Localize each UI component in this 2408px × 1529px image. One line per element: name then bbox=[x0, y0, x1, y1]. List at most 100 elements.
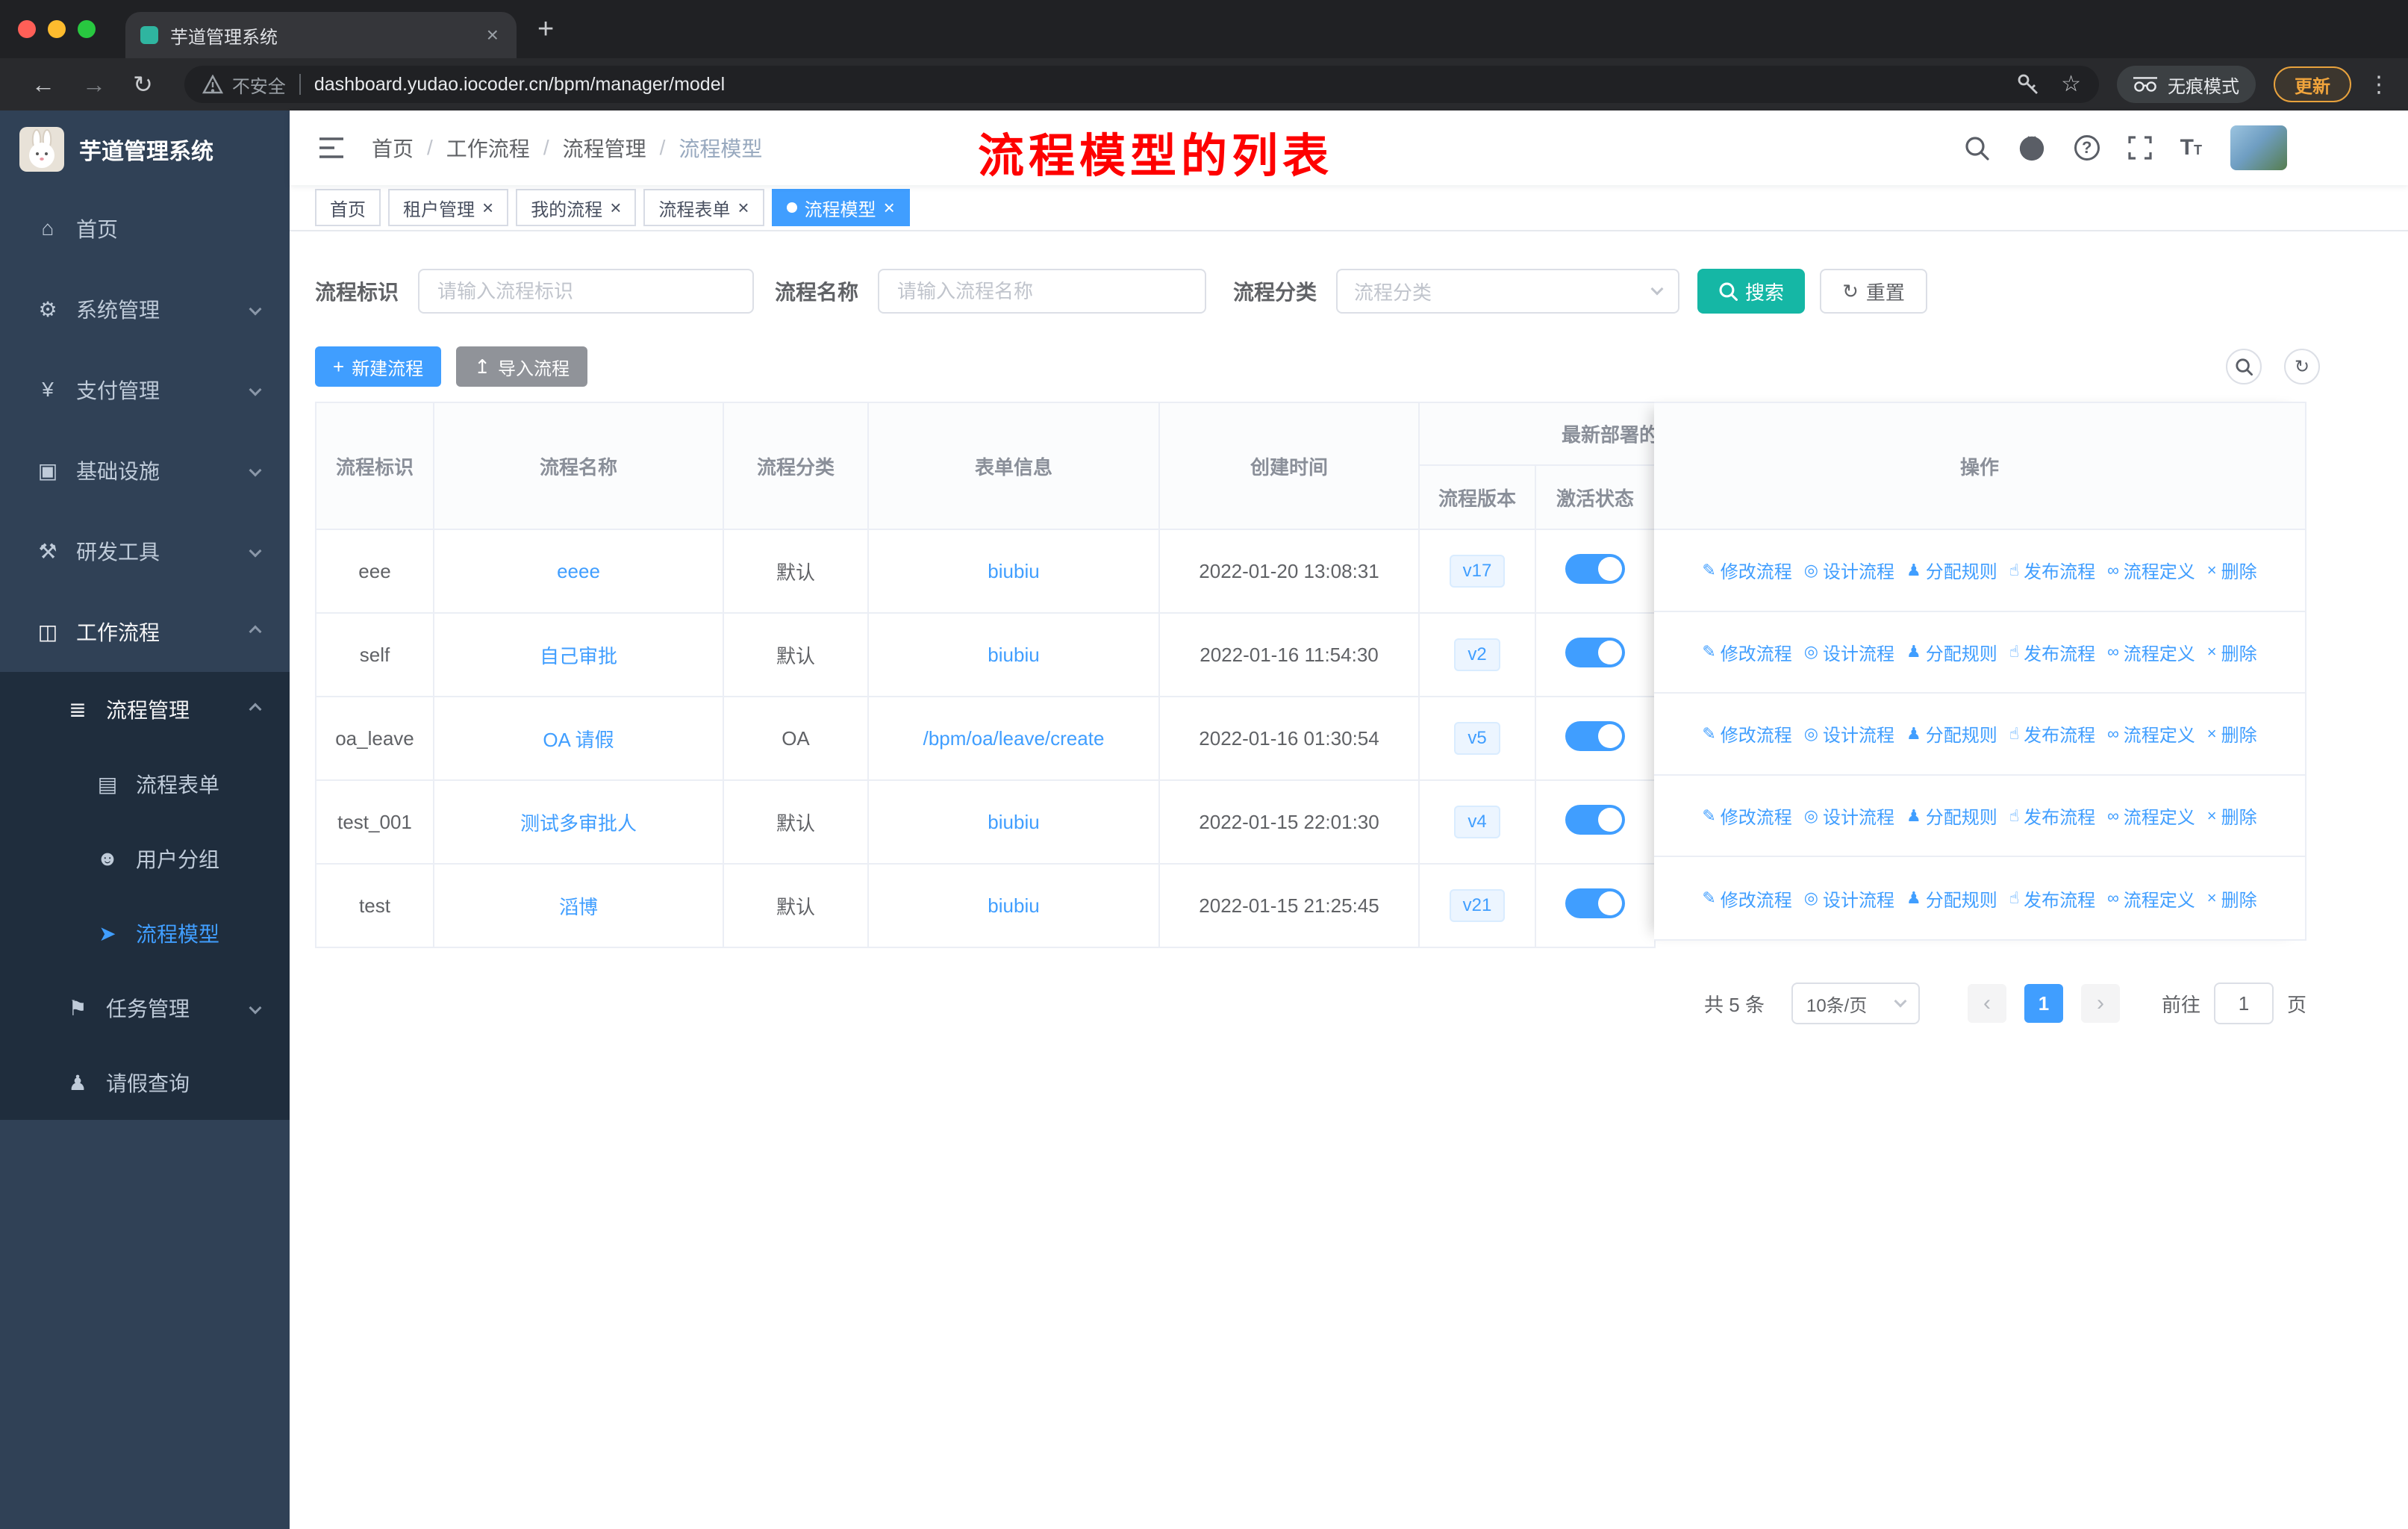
create-process-button[interactable]: + 新建流程 bbox=[315, 346, 442, 387]
action-edit-process[interactable]: ✎ 修改流程 bbox=[1702, 720, 1791, 747]
active-toggle[interactable] bbox=[1565, 637, 1625, 667]
process-name-link[interactable]: 滔博 bbox=[559, 896, 598, 918]
action-delete-process[interactable]: × 删除 bbox=[2207, 639, 2257, 665]
help-icon[interactable]: ? bbox=[2074, 135, 2100, 161]
process-key-input[interactable] bbox=[418, 269, 755, 314]
action-publish-process[interactable]: ☝ 发布流程 bbox=[2009, 557, 2095, 583]
action-delete-process[interactable]: × 删除 bbox=[2207, 720, 2257, 747]
sidebar-item-home[interactable]: ⌂ 首页 bbox=[0, 188, 290, 269]
active-toggle[interactable] bbox=[1565, 720, 1625, 751]
sidebar-item-devtools[interactable]: ⚒ 研发工具 bbox=[0, 511, 290, 591]
action-publish-process[interactable]: ☝ 发布流程 bbox=[2009, 803, 2095, 829]
tag-close-icon[interactable]: × bbox=[610, 198, 621, 217]
github-icon[interactable] bbox=[2018, 134, 2046, 162]
address-bar[interactable]: 不安全 dashboard.yudao.iocoder.cn/bpm/manag… bbox=[184, 66, 2099, 103]
sidebar-item-task-management[interactable]: ⚑ 任务管理 bbox=[0, 971, 290, 1045]
action-publish-process[interactable]: ☝ 发布流程 bbox=[2009, 885, 2095, 912]
action-design-process[interactable]: ◎ 设计流程 bbox=[1804, 885, 1894, 912]
action-publish-process[interactable]: ☝ 发布流程 bbox=[2009, 720, 2095, 747]
sidebar-item-process-model[interactable]: ➤ 流程模型 bbox=[0, 896, 290, 971]
action-publish-process[interactable]: ☝ 发布流程 bbox=[2009, 639, 2095, 665]
action-process-definition[interactable]: ∞ 流程定义 bbox=[2107, 720, 2195, 747]
window-minimize-button[interactable] bbox=[48, 20, 66, 38]
tag-close-icon[interactable]: × bbox=[737, 198, 749, 217]
tag-my-process[interactable]: 我的流程 × bbox=[516, 189, 637, 226]
tag-process-model[interactable]: 流程模型 × bbox=[771, 189, 910, 226]
action-assign-rules[interactable]: ♟ 分配规则 bbox=[1906, 803, 1997, 829]
action-design-process[interactable]: ◎ 设计流程 bbox=[1804, 803, 1894, 829]
active-toggle[interactable] bbox=[1565, 888, 1625, 918]
process-name-input[interactable] bbox=[878, 269, 1207, 314]
action-process-definition[interactable]: ∞ 流程定义 bbox=[2107, 557, 2195, 583]
page-1-button[interactable]: 1 bbox=[2024, 984, 2063, 1023]
process-category-select[interactable]: 流程分类 bbox=[1336, 269, 1680, 314]
sidebar-item-system[interactable]: ⚙ 系统管理 bbox=[0, 269, 290, 349]
reset-button[interactable]: ↻ 重置 bbox=[1820, 269, 1927, 314]
action-process-definition[interactable]: ∞ 流程定义 bbox=[2107, 885, 2195, 912]
bookmark-star-icon[interactable]: ☆ bbox=[2061, 73, 2081, 96]
collapse-sidebar-icon[interactable] bbox=[318, 136, 345, 160]
sidebar-item-process-form[interactable]: ▤ 流程表单 bbox=[0, 747, 290, 821]
sidebar-item-workflow[interactable]: ◫ 工作流程 bbox=[0, 591, 290, 672]
browser-menu-icon[interactable]: ⋮ bbox=[2368, 72, 2390, 98]
action-edit-process[interactable]: ✎ 修改流程 bbox=[1702, 803, 1791, 829]
tag-close-icon[interactable]: × bbox=[884, 198, 895, 217]
next-page-button[interactable]: › bbox=[2080, 984, 2120, 1023]
active-toggle[interactable] bbox=[1565, 553, 1625, 584]
action-assign-rules[interactable]: ♟ 分配规则 bbox=[1906, 720, 1997, 747]
active-toggle[interactable] bbox=[1565, 804, 1625, 835]
font-size-icon[interactable]: TT bbox=[2180, 137, 2202, 159]
window-close-button[interactable] bbox=[18, 20, 36, 38]
action-assign-rules[interactable]: ♟ 分配规则 bbox=[1906, 885, 1997, 912]
process-name-link[interactable]: OA 请假 bbox=[543, 729, 614, 751]
sidebar-item-user-group[interactable]: ☻ 用户分组 bbox=[0, 821, 290, 896]
breadcrumb-item[interactable]: 工作流程 bbox=[446, 133, 530, 163]
browser-tab[interactable]: 芋道管理系统 × bbox=[125, 12, 517, 58]
action-delete-process[interactable]: × 删除 bbox=[2207, 803, 2257, 829]
password-key-icon[interactable] bbox=[2016, 72, 2040, 96]
import-process-button[interactable]: ↥ 导入流程 bbox=[456, 346, 587, 387]
breadcrumb-item[interactable]: 首页 bbox=[372, 133, 414, 163]
page-size-select[interactable]: 10条/页 bbox=[1791, 983, 1920, 1024]
process-name-link[interactable]: eeee bbox=[557, 560, 600, 582]
action-edit-process[interactable]: ✎ 修改流程 bbox=[1702, 557, 1791, 583]
tag-tenant-management[interactable]: 租户管理 × bbox=[388, 189, 509, 226]
refresh-table-button[interactable]: ↻ bbox=[2284, 349, 2320, 384]
action-design-process[interactable]: ◎ 设计流程 bbox=[1804, 639, 1894, 665]
sidebar-item-payment[interactable]: ¥ 支付管理 bbox=[0, 349, 290, 430]
search-icon[interactable] bbox=[1964, 135, 1989, 161]
form-info-link[interactable]: /bpm/oa/leave/create bbox=[923, 727, 1105, 750]
action-process-definition[interactable]: ∞ 流程定义 bbox=[2107, 803, 2195, 829]
action-design-process[interactable]: ◎ 设计流程 bbox=[1804, 557, 1894, 583]
action-assign-rules[interactable]: ♟ 分配规则 bbox=[1906, 557, 1997, 583]
form-info-link[interactable]: biubiu bbox=[988, 560, 1039, 582]
sidebar-item-infrastructure[interactable]: ▣ 基础设施 bbox=[0, 430, 290, 511]
action-delete-process[interactable]: × 删除 bbox=[2207, 885, 2257, 912]
toggle-search-button[interactable] bbox=[2226, 349, 2262, 384]
forward-button[interactable]: → bbox=[82, 72, 106, 96]
action-assign-rules[interactable]: ♟ 分配规则 bbox=[1906, 639, 1997, 665]
back-button[interactable]: ← bbox=[31, 72, 55, 96]
sidebar-item-process-management[interactable]: ≣ 流程管理 bbox=[0, 672, 290, 747]
action-edit-process[interactable]: ✎ 修改流程 bbox=[1702, 885, 1791, 912]
process-name-link[interactable]: 自己审批 bbox=[540, 645, 617, 667]
user-avatar[interactable] bbox=[2230, 125, 2287, 170]
process-name-link[interactable]: 测试多审批人 bbox=[520, 812, 637, 835]
action-process-definition[interactable]: ∞ 流程定义 bbox=[2107, 639, 2195, 665]
action-design-process[interactable]: ◎ 设计流程 bbox=[1804, 720, 1894, 747]
form-info-link[interactable]: biubiu bbox=[988, 811, 1039, 833]
form-info-link[interactable]: biubiu bbox=[988, 894, 1039, 917]
goto-page-input[interactable] bbox=[2213, 983, 2274, 1024]
update-button[interactable]: 更新 bbox=[2274, 66, 2351, 102]
fullscreen-icon[interactable] bbox=[2128, 136, 2152, 160]
action-delete-process[interactable]: × 删除 bbox=[2207, 557, 2257, 583]
prev-page-button[interactable]: ‹ bbox=[1967, 984, 2006, 1023]
action-edit-process[interactable]: ✎ 修改流程 bbox=[1702, 639, 1791, 665]
new-tab-button[interactable]: + bbox=[537, 13, 554, 46]
sidebar-item-leave-query[interactable]: ♟ 请假查询 bbox=[0, 1045, 290, 1120]
tag-close-icon[interactable]: × bbox=[482, 198, 493, 217]
form-info-link[interactable]: biubiu bbox=[988, 644, 1039, 666]
reload-button[interactable]: ↻ bbox=[133, 72, 153, 96]
tag-home[interactable]: 首页 bbox=[315, 189, 381, 226]
breadcrumb-item[interactable]: 流程管理 bbox=[563, 133, 646, 163]
